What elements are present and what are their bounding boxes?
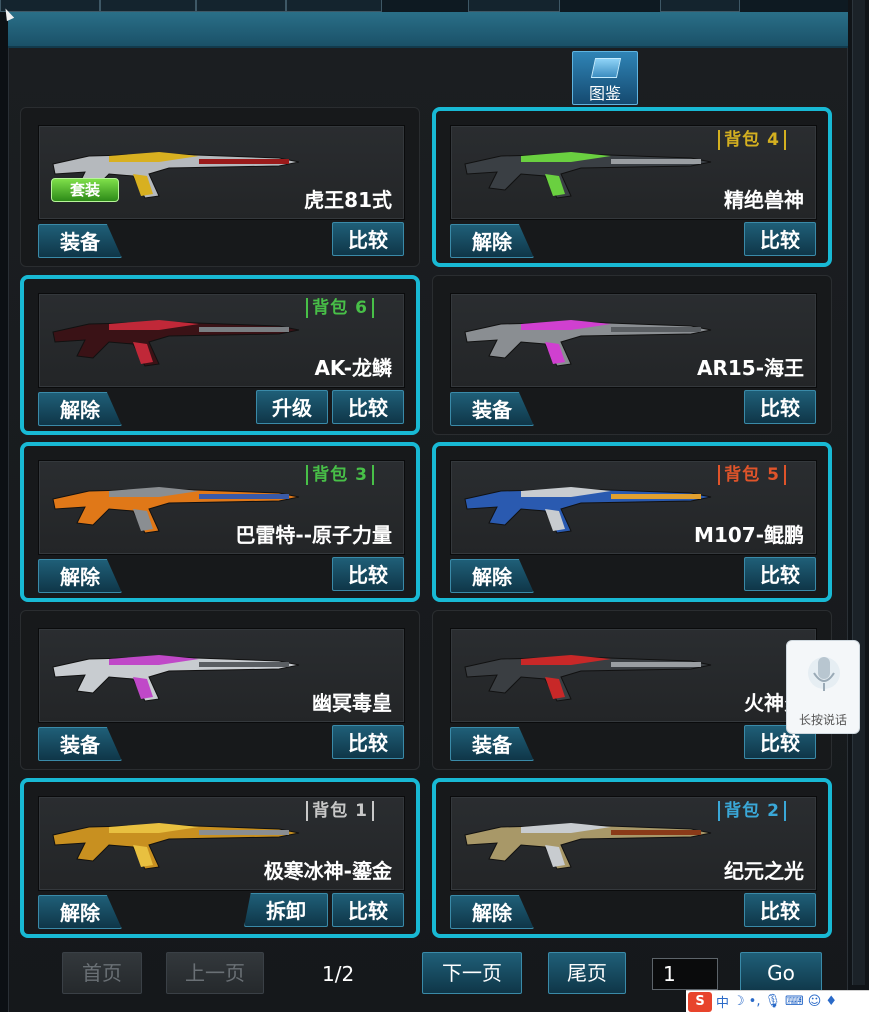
prev-page-button[interactable]: 上一页 bbox=[166, 952, 264, 994]
weapon-card[interactable]: 背包 6 AK-龙鳞解除 升级 比较 bbox=[20, 275, 420, 435]
unequip-button[interactable]: 解除 bbox=[450, 224, 534, 258]
weapon-card[interactable]: 幽冥毒皇装备 比较 bbox=[20, 610, 420, 770]
voice-label: 长按说话 bbox=[798, 713, 847, 727]
weapon-image bbox=[464, 152, 712, 199]
voice-input-widget[interactable]: 长按说话 bbox=[786, 640, 860, 734]
weapon-display: 背包 5 M107-鲲鹏 bbox=[450, 460, 817, 555]
moon-icon[interactable]: ☽ bbox=[733, 994, 745, 1009]
weapon-card[interactable]: 背包 2 纪元之光解除 比较 bbox=[432, 778, 832, 938]
equip-button[interactable]: 装备 bbox=[450, 392, 534, 426]
ime-mode[interactable]: 中 bbox=[716, 992, 729, 1011]
punctuation-icon[interactable]: •, bbox=[749, 994, 761, 1009]
weapon-name: 幽冥毒皇 bbox=[312, 691, 392, 715]
weapon-name: AK-龙鳞 bbox=[314, 356, 392, 380]
weapon-image bbox=[464, 655, 712, 702]
scrollbar-track[interactable] bbox=[852, 0, 865, 985]
weapon-image bbox=[464, 320, 712, 367]
catalog-cube-icon bbox=[590, 58, 622, 78]
sogou-logo-icon[interactable]: S bbox=[688, 991, 712, 1012]
microphone-icon bbox=[808, 657, 840, 691]
weapon-card[interactable]: 背包 4 精绝兽神解除 比较 bbox=[432, 107, 832, 267]
user-icon[interactable]: ☺ bbox=[808, 994, 822, 1009]
backpack-slot-badge: 背包 6 bbox=[306, 298, 374, 318]
page-number-input[interactable] bbox=[652, 958, 718, 990]
compare-button[interactable]: 比较 bbox=[332, 557, 404, 591]
first-page-button[interactable]: 首页 bbox=[62, 952, 142, 994]
compare-button[interactable]: 比较 bbox=[744, 390, 816, 424]
mic-icon[interactable]: 🎙 bbox=[764, 994, 781, 1009]
compare-button[interactable]: 比较 bbox=[332, 893, 404, 927]
compare-button[interactable]: 比较 bbox=[744, 222, 816, 256]
upgrade-button[interactable]: 升级 bbox=[256, 390, 328, 424]
page-indicator: 1/2 bbox=[322, 962, 355, 986]
unequip-button[interactable]: 解除 bbox=[38, 559, 122, 593]
weapon-display: 背包 2 纪元之光 bbox=[450, 796, 817, 891]
weapon-name: 极寒冰神-鎏金 bbox=[263, 859, 392, 883]
catalog-button[interactable]: 图鉴 bbox=[572, 51, 638, 105]
weapon-card[interactable]: 背包 1 极寒冰神-鎏金解除 拆卸 比较 bbox=[20, 778, 420, 938]
right-scroll-area bbox=[848, 0, 869, 1012]
compare-button[interactable]: 比较 bbox=[744, 893, 816, 927]
weapon-display: 背包 4 精绝兽神 bbox=[450, 125, 817, 220]
keyboard-icon[interactable]: ⌨ bbox=[785, 994, 804, 1009]
compare-button[interactable]: 比较 bbox=[332, 222, 404, 256]
weapon-name: AR15-海王 bbox=[696, 356, 804, 380]
ime-toolbar: S 中 ☽ •, 🎙 ⌨ ☺ ♦ bbox=[686, 990, 869, 1012]
top-strip bbox=[0, 0, 869, 12]
backpack-slot-badge: 背包 1 bbox=[306, 801, 374, 821]
skin-icon[interactable]: ♦ bbox=[825, 994, 837, 1009]
compare-button[interactable]: 比较 bbox=[744, 557, 816, 591]
next-page-button[interactable]: 下一页 bbox=[422, 952, 522, 994]
weapon-display: 火神炎 bbox=[450, 628, 817, 723]
top-tab-1[interactable] bbox=[0, 0, 100, 12]
weapon-display: 幽冥毒皇 bbox=[38, 628, 405, 723]
top-tab-6[interactable] bbox=[660, 0, 740, 12]
weapon-display: 背包 6 AK-龙鳞 bbox=[38, 293, 405, 388]
unequip-button[interactable]: 解除 bbox=[450, 895, 534, 929]
unequip-button[interactable]: 解除 bbox=[38, 895, 122, 929]
weapon-display: 套装 虎王81式 bbox=[38, 125, 405, 220]
unequip-button[interactable]: 解除 bbox=[450, 559, 534, 593]
weapon-card[interactable]: 套装 虎王81式装备 比较 bbox=[20, 107, 420, 267]
weapon-display: 背包 1 极寒冰神-鎏金 bbox=[38, 796, 405, 891]
weapon-card[interactable]: 背包 5 M107-鲲鹏解除 比较 bbox=[432, 442, 832, 602]
dismantle-button[interactable]: 拆卸 bbox=[244, 893, 328, 927]
backpack-slot-badge: 背包 4 bbox=[718, 130, 786, 150]
weapon-name: 巴雷特--原子力量 bbox=[235, 523, 392, 547]
top-tab-3[interactable] bbox=[196, 0, 286, 12]
equip-button[interactable]: 装备 bbox=[38, 727, 122, 761]
weapon-image bbox=[52, 320, 300, 367]
weapon-image bbox=[52, 655, 300, 702]
backpack-slot-badge: 背包 5 bbox=[718, 465, 786, 485]
backpack-slot-badge: 背包 2 bbox=[718, 801, 786, 821]
go-button[interactable]: Go bbox=[740, 952, 822, 994]
equip-button[interactable]: 装备 bbox=[450, 727, 534, 761]
header-bar bbox=[8, 12, 848, 48]
last-page-button[interactable]: 尾页 bbox=[548, 952, 626, 994]
backpack-slot-badge: 背包 3 bbox=[306, 465, 374, 485]
catalog-label: 图鉴 bbox=[588, 84, 621, 103]
suit-badge: 套装 bbox=[51, 178, 119, 202]
compare-button[interactable]: 比较 bbox=[332, 725, 404, 759]
weapon-display: AR15-海王 bbox=[450, 293, 817, 388]
weapon-name: 虎王81式 bbox=[304, 188, 392, 212]
weapon-name: 精绝兽神 bbox=[724, 188, 804, 212]
compare-button[interactable]: 比较 bbox=[332, 390, 404, 424]
top-tab-2[interactable] bbox=[100, 0, 196, 12]
top-tab-5[interactable] bbox=[468, 0, 560, 12]
weapon-card[interactable]: AR15-海王装备 比较 bbox=[432, 275, 832, 435]
equip-button[interactable]: 装备 bbox=[38, 224, 122, 258]
weapon-image bbox=[464, 823, 712, 870]
weapon-card[interactable]: 火神炎 装备 比较 bbox=[432, 610, 832, 770]
weapon-image bbox=[464, 487, 712, 534]
weapon-display: 背包 3 巴雷特--原子力量 bbox=[38, 460, 405, 555]
weapon-name: 纪元之光 bbox=[724, 859, 804, 883]
unequip-button[interactable]: 解除 bbox=[38, 392, 122, 426]
weapon-name: M107-鲲鹏 bbox=[694, 523, 804, 547]
weapon-card[interactable]: 背包 3 巴雷特--原子力量解除 比较 bbox=[20, 442, 420, 602]
top-tab-4[interactable] bbox=[286, 0, 382, 12]
